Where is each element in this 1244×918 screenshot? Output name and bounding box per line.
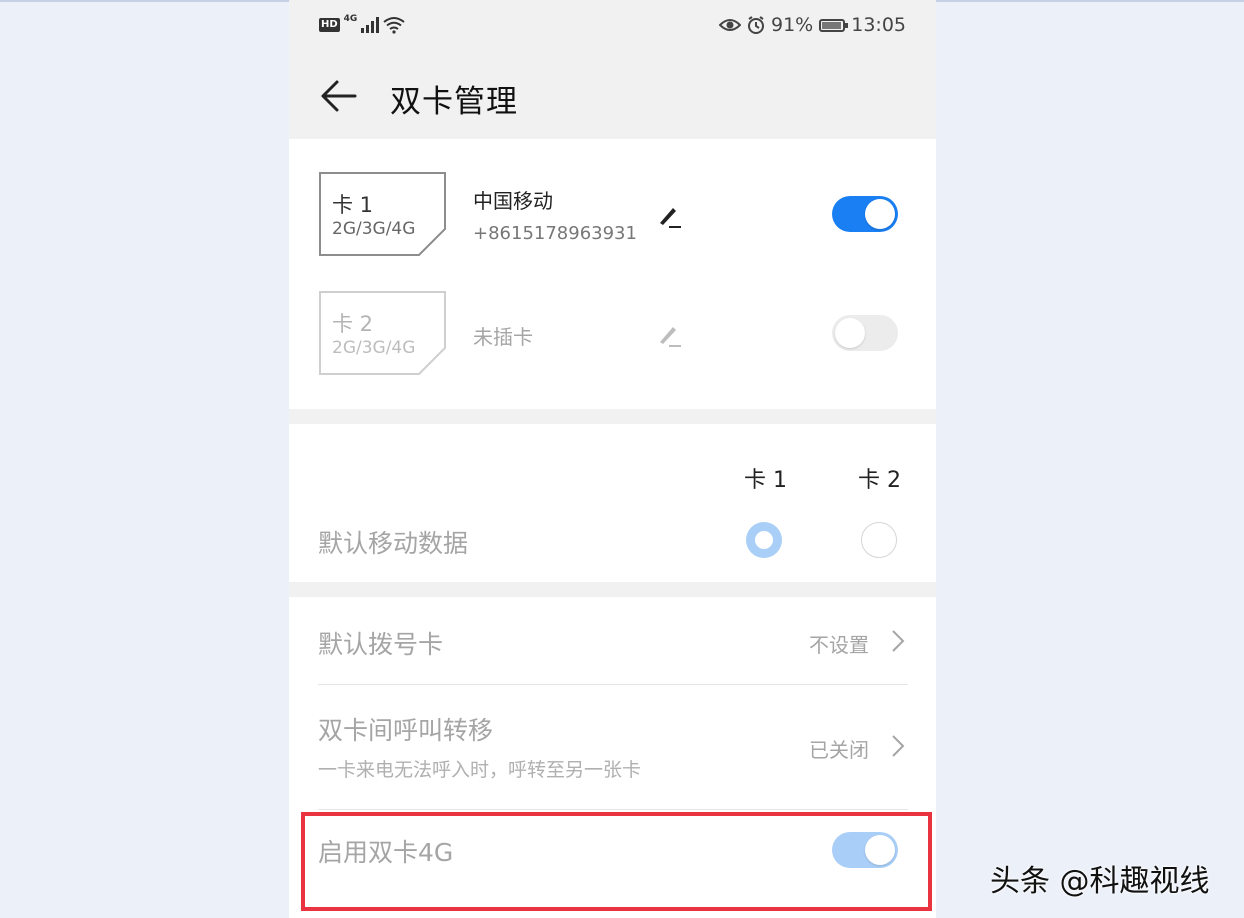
- sim2-toggle[interactable]: [832, 315, 898, 351]
- sim1-bands: 2G/3G/4G: [332, 219, 416, 239]
- radio-dot: [755, 531, 773, 549]
- wifi-icon: [383, 17, 405, 34]
- sim1-carrier: 中国移动: [473, 189, 553, 213]
- sim1-number: +8615178963931: [473, 223, 637, 244]
- status-left: HD 4G: [319, 14, 405, 34]
- sim2-label: 卡 2: [332, 312, 374, 336]
- network-type-label: 4G: [343, 14, 358, 24]
- highlight-box: [301, 812, 932, 911]
- toggle-knob: [865, 199, 895, 229]
- page-title: 双卡管理: [390, 84, 518, 120]
- signal-icon: [361, 17, 380, 33]
- radio-sim2[interactable]: [861, 522, 897, 558]
- phone-screen: HD 4G 91% 13:05 双卡管理 卡 1 2G/3G/4G 中国移动 +…: [289, 0, 936, 918]
- battery-icon: [819, 18, 849, 32]
- chevron-right-icon: [892, 735, 905, 757]
- call-forward-label: 双卡间呼叫转移: [318, 716, 494, 745]
- chevron-right-icon: [892, 630, 905, 652]
- app-header: 双卡管理: [289, 56, 936, 139]
- divider: [318, 809, 908, 810]
- radio-sim1-selected[interactable]: [746, 522, 782, 558]
- call-forward-description: 一卡来电无法呼入时，呼转至另一张卡: [318, 759, 642, 781]
- col-header-sim2: 卡 2: [858, 468, 901, 493]
- clock: 13:05: [851, 14, 906, 36]
- edit-pencil-icon[interactable]: [657, 203, 683, 229]
- default-data-card: 卡 1 卡 2 默认移动数据: [289, 424, 936, 582]
- battery-percent: 91%: [771, 14, 814, 36]
- default-dial-label: 默认拨号卡: [318, 630, 444, 659]
- back-button[interactable]: [317, 74, 361, 118]
- default-data-label: 默认移动数据: [318, 529, 469, 558]
- hd-icon: HD: [319, 18, 340, 32]
- default-dial-value: 不设置: [809, 633, 869, 657]
- sim1-toggle[interactable]: [832, 196, 898, 232]
- sim2-bands: 2G/3G/4G: [332, 338, 416, 358]
- watermark: 头条 @科趣视线: [990, 864, 1210, 899]
- divider: [318, 684, 908, 685]
- sim2-status: 未插卡: [473, 325, 533, 349]
- col-header-sim1: 卡 1: [744, 468, 787, 493]
- back-arrow-icon: [321, 80, 357, 112]
- edit-pencil-icon[interactable]: [657, 322, 683, 348]
- alarm-icon: [748, 16, 764, 34]
- eye-comfort-icon: [719, 19, 741, 31]
- status-bar: HD 4G 91% 13:05: [289, 0, 936, 56]
- sim-list-card: 卡 1 2G/3G/4G 中国移动 +8615178963931 卡 2 2G/…: [289, 139, 936, 409]
- toggle-knob: [835, 318, 865, 348]
- call-forward-value: 已关闭: [809, 738, 869, 762]
- sim1-label: 卡 1: [332, 193, 374, 217]
- status-right: 91% 13:05: [719, 14, 906, 36]
